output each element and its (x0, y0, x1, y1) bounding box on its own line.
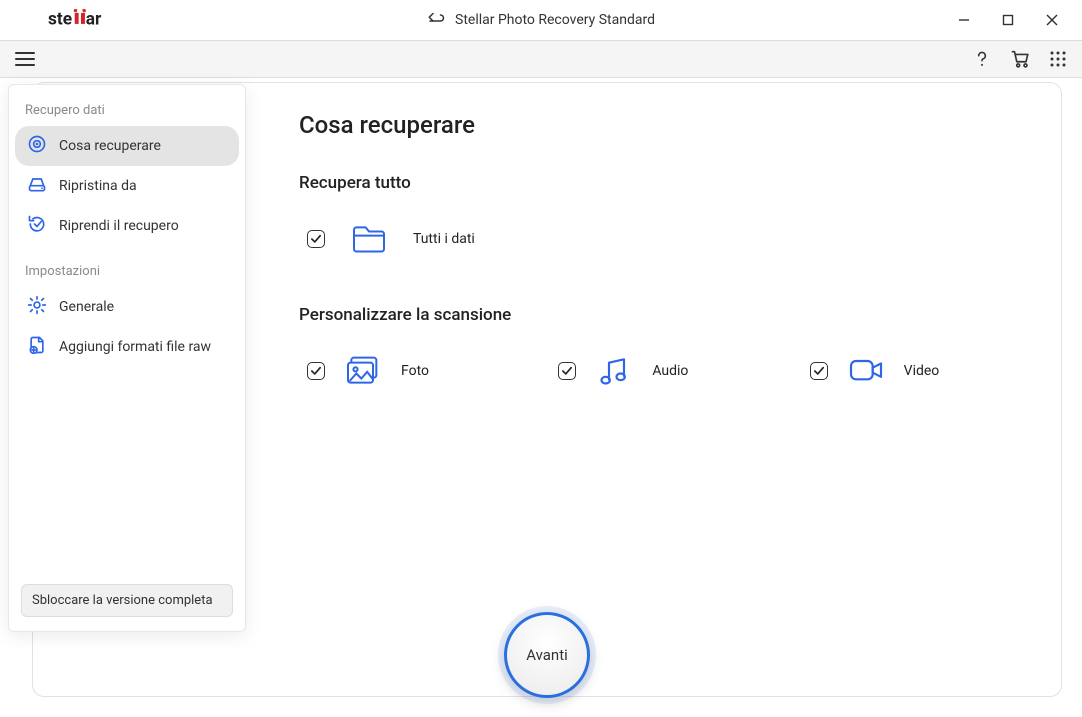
checkbox-audio[interactable] (558, 362, 576, 380)
title-bar: ste ar Stellar Photo Recovery Standard (0, 0, 1082, 40)
svg-text:ste: ste (48, 10, 72, 30)
option-audio: Audio (558, 351, 809, 391)
video-camera-icon (846, 351, 886, 391)
checkbox-photo[interactable] (307, 362, 325, 380)
toolbar (0, 40, 1082, 78)
sidebar-item-general[interactable]: Generale (15, 287, 239, 327)
sidebar-item-what-recover[interactable]: Cosa recuperare (15, 126, 239, 166)
menu-icon[interactable] (12, 46, 38, 72)
next-button-label: Avanti (526, 646, 568, 664)
page-title: Cosa recuperare (299, 111, 1061, 139)
folder-icon (349, 219, 389, 259)
file-plus-icon (27, 335, 47, 359)
help-icon[interactable] (970, 47, 994, 71)
sidebar: Recupero dati Cosa recuperare Ripristina… (8, 84, 246, 632)
unlock-full-version-button[interactable]: Sbloccare la versione completa (21, 584, 233, 617)
checkbox-all-data[interactable] (307, 230, 325, 248)
section-customize-title: Personalizzare la scansione (299, 305, 1061, 325)
sidebar-item-add-raw[interactable]: Aggiungi formati file raw (15, 327, 239, 367)
window-title: Stellar Photo Recovery Standard (455, 12, 655, 28)
drive-icon (27, 174, 47, 198)
target-icon (27, 134, 47, 158)
svg-text:ar: ar (86, 10, 102, 30)
label-audio: Audio (652, 363, 688, 379)
close-button[interactable] (1030, 6, 1074, 34)
section-recover-all-title: Recupera tutto (299, 173, 1061, 193)
sidebar-section-settings: Impostazioni (15, 256, 239, 287)
option-all-data: Tutti i dati (299, 219, 1061, 259)
sidebar-item-recover-from[interactable]: Ripristina da (15, 166, 239, 206)
gear-icon (27, 295, 47, 319)
checkbox-video[interactable] (810, 362, 828, 380)
label-all-data: Tutti i dati (413, 231, 475, 247)
option-photo: Foto (307, 351, 558, 391)
window-controls (942, 6, 1074, 34)
sidebar-section-recovery: Recupero dati (15, 95, 239, 126)
apps-grid-icon[interactable] (1046, 47, 1070, 71)
unlock-button-label: Sbloccare la versione completa (32, 593, 213, 608)
label-video: Video (904, 363, 940, 379)
photo-icon (343, 351, 383, 391)
resume-icon (27, 214, 47, 238)
window-title-group: Stellar Photo Recovery Standard (427, 11, 655, 29)
music-note-icon (594, 351, 634, 391)
sidebar-item-label: Cosa recuperare (59, 138, 161, 154)
cart-icon[interactable] (1008, 47, 1032, 71)
sidebar-item-label: Generale (59, 299, 114, 315)
back-icon[interactable] (427, 11, 445, 29)
maximize-button[interactable] (986, 6, 1030, 34)
sidebar-item-label: Aggiungi formati file raw (59, 339, 211, 355)
sidebar-item-label: Riprendi il recupero (59, 218, 179, 234)
next-button[interactable]: Avanti (504, 612, 590, 698)
brand-logo: ste ar (48, 9, 142, 31)
label-photo: Foto (401, 363, 429, 379)
sidebar-item-label: Ripristina da (59, 178, 137, 194)
option-video: Video (810, 351, 1061, 391)
minimize-button[interactable] (942, 6, 986, 34)
sidebar-item-resume[interactable]: Riprendi il recupero (15, 206, 239, 246)
customize-options-row: Foto Audio (299, 351, 1061, 391)
